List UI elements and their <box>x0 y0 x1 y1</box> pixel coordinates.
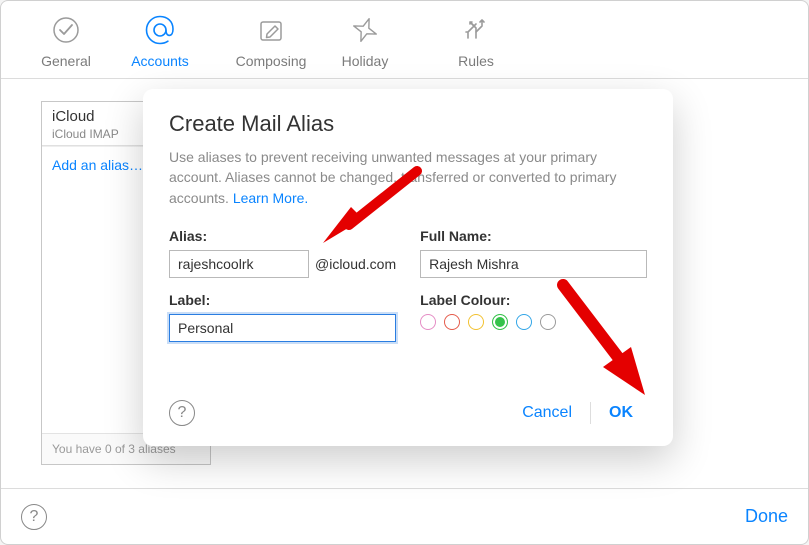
tab-general[interactable]: General <box>19 9 113 69</box>
ok-button[interactable]: OK <box>595 398 647 428</box>
tab-holiday[interactable]: Holiday <box>318 9 412 69</box>
tab-label: Holiday <box>342 53 389 69</box>
create-alias-modal: Create Mail Alias Use aliases to prevent… <box>143 89 673 446</box>
label-input[interactable] <box>169 314 396 342</box>
color-swatch[interactable] <box>468 314 484 330</box>
cancel-button[interactable]: Cancel <box>508 398 586 428</box>
color-swatch[interactable] <box>540 314 556 330</box>
tab-rules[interactable]: Rules <box>429 9 523 69</box>
modal-description: Use aliases to prevent receiving unwante… <box>169 147 647 208</box>
branch-arrows-icon <box>460 13 492 47</box>
color-swatch[interactable] <box>516 314 532 330</box>
airplane-icon <box>349 13 381 47</box>
color-swatch[interactable] <box>420 314 436 330</box>
bottombar: ? Done <box>1 488 808 544</box>
alias-label: Alias: <box>169 228 396 244</box>
help-icon[interactable]: ? <box>169 400 195 426</box>
fullname-input[interactable] <box>420 250 647 278</box>
tab-accounts[interactable]: Accounts <box>113 9 207 69</box>
done-button[interactable]: Done <box>745 506 788 527</box>
settings-window: General Accounts Composing Holiday <box>0 0 809 545</box>
tab-label: Composing <box>236 53 307 69</box>
tab-label: Rules <box>458 53 494 69</box>
body-area: iCloud iCloud IMAP Add an alias… You hav… <box>1 79 808 488</box>
color-swatch[interactable] <box>492 314 508 330</box>
color-swatch[interactable] <box>444 314 460 330</box>
alias-domain-suffix: @icloud.com <box>315 256 396 272</box>
help-icon[interactable]: ? <box>21 504 47 530</box>
checkmark-circle-icon <box>50 13 82 47</box>
tab-label: General <box>41 53 91 69</box>
modal-title: Create Mail Alias <box>169 111 647 137</box>
color-swatch-row <box>420 314 647 330</box>
learn-more-link[interactable]: Learn More. <box>233 190 308 206</box>
labelcolor-label: Label Colour: <box>420 292 647 308</box>
compose-icon <box>255 13 287 47</box>
toolbar: General Accounts Composing Holiday <box>1 1 808 79</box>
tab-composing[interactable]: Composing <box>224 9 318 69</box>
label-field-label: Label: <box>169 292 396 308</box>
tab-label: Accounts <box>131 53 189 69</box>
at-sign-icon <box>143 13 177 47</box>
fullname-label: Full Name: <box>420 228 647 244</box>
alias-input[interactable] <box>169 250 309 278</box>
